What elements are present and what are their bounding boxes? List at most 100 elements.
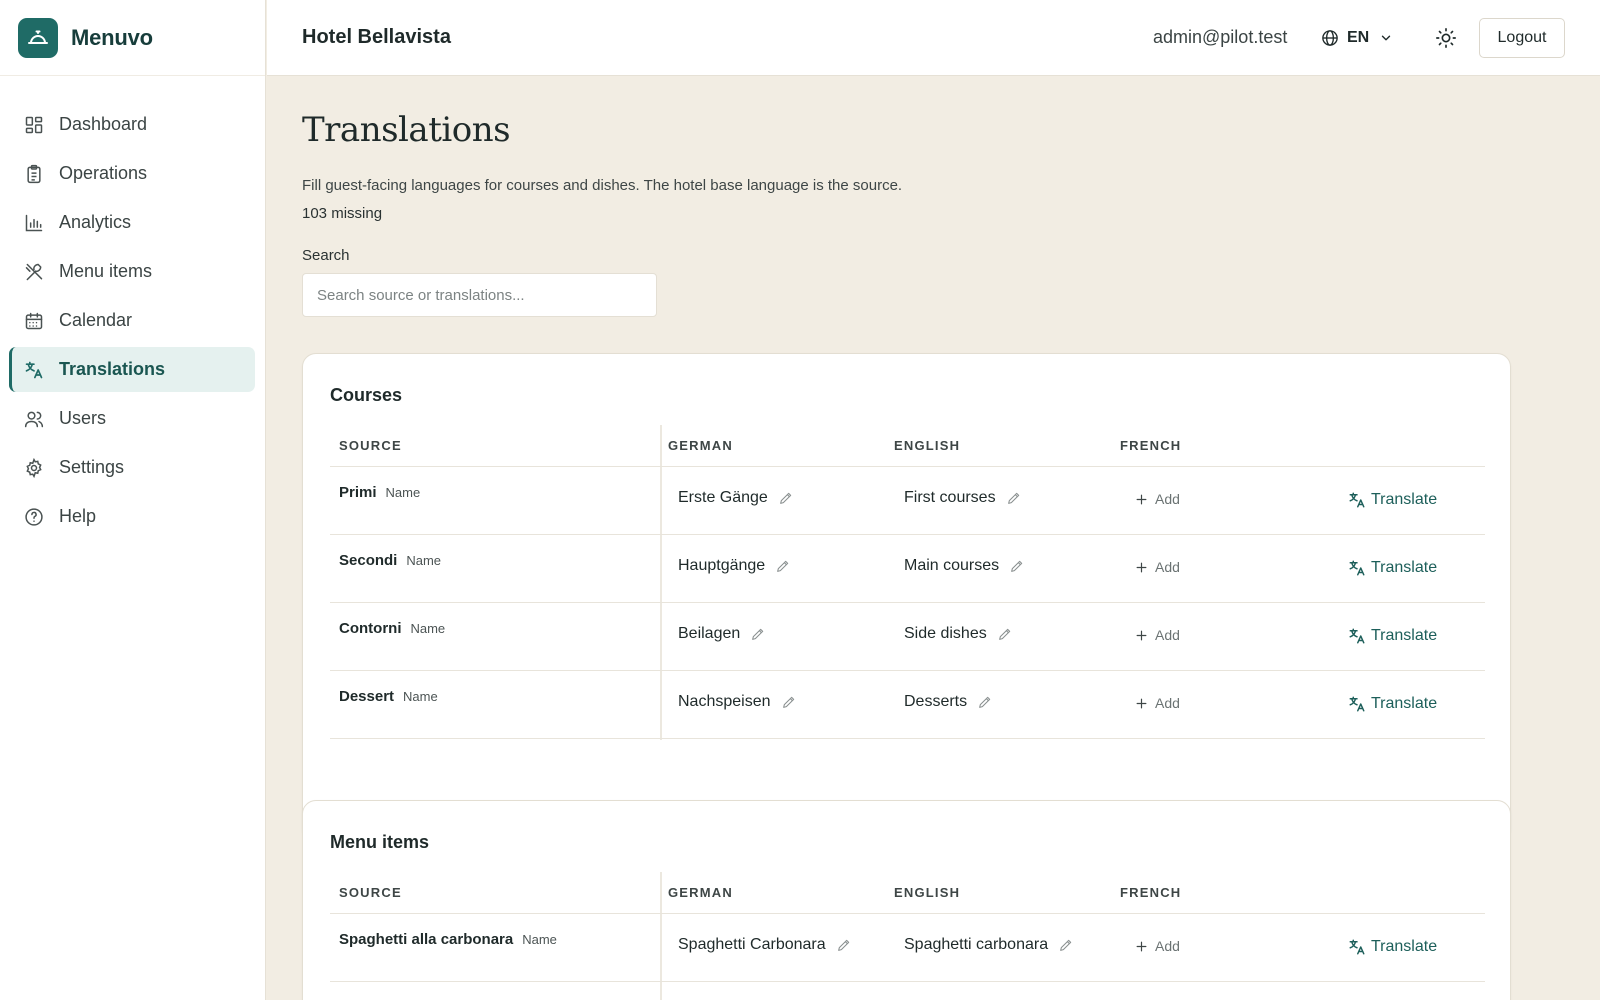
english-value: Main courses: [904, 557, 1000, 574]
theme-toggle-button[interactable]: [1434, 26, 1458, 50]
column-header-english: ENGLISH: [894, 885, 961, 900]
sidebar-item-label: Menu items: [59, 261, 153, 281]
add-label: Add: [1155, 491, 1180, 507]
add-french-button[interactable]: Add: [1135, 695, 1180, 711]
add-label: Add: [1155, 627, 1180, 643]
sidebar-item-menu-items[interactable]: Menu items: [9, 249, 255, 294]
courses-card: Courses SOURCE GERMAN ENGLISH FRENCH Pri…: [302, 353, 1511, 842]
column-header-source: SOURCE: [339, 438, 402, 453]
sidebar-item-label: Users: [59, 408, 107, 428]
add-label: Add: [1155, 559, 1180, 575]
table-row: Primi Name Erste Gänge First courses Add …: [330, 467, 1485, 535]
english-cell[interactable]: Spaghetti carbonara: [904, 936, 1074, 954]
sidebar-item-label: Translations: [59, 359, 166, 379]
translate-icon: [1348, 491, 1366, 509]
user-email: admin@pilot.test: [1153, 27, 1288, 47]
translate-icon: [23, 359, 45, 381]
users-icon: [23, 408, 45, 430]
main-content: Translations Fill guest-facing languages…: [267, 76, 1600, 1000]
translate-button[interactable]: Translate: [1348, 938, 1437, 956]
translate-label: Translate: [1371, 938, 1438, 955]
table-row: Spaghetti alla carbonara Name Spaghetti C…: [330, 914, 1485, 982]
source-type: Name: [403, 689, 438, 704]
sidebar-item-settings[interactable]: Settings: [9, 445, 255, 490]
source-type: Name: [410, 621, 446, 636]
utensils-icon: [23, 261, 45, 283]
globe-icon: [1321, 29, 1339, 47]
german-value: Erste Gänge: [678, 489, 768, 506]
search-label: Search: [302, 247, 350, 264]
sidebar-item-users[interactable]: Users: [9, 396, 255, 441]
translate-button[interactable]: Translate: [1348, 627, 1437, 645]
english-cell[interactable]: Side dishes: [904, 625, 1013, 643]
add-label: Add: [1155, 938, 1180, 954]
translate-label: Translate: [1371, 627, 1438, 644]
english-cell[interactable]: First courses: [904, 489, 1022, 507]
page-title: Translations: [302, 110, 511, 150]
sidebar-item-dashboard[interactable]: Dashboard: [9, 102, 255, 147]
logout-button[interactable]: Logout: [1479, 18, 1565, 58]
pencil-icon: [836, 937, 852, 953]
translate-icon: [1348, 938, 1366, 956]
table-row: Secondi Name Hauptgänge Main courses Add …: [330, 535, 1485, 603]
clipboard-icon: [23, 163, 45, 185]
translate-button[interactable]: Translate: [1348, 491, 1437, 509]
pencil-icon: [750, 626, 766, 642]
german-cell[interactable]: Beilagen: [678, 625, 766, 643]
german-cell[interactable]: Spaghetti Carbonara: [678, 936, 852, 954]
sidebar-item-operations[interactable]: Operations: [9, 151, 255, 196]
add-french-button[interactable]: Add: [1135, 938, 1180, 954]
german-cell[interactable]: Erste Gänge: [678, 489, 794, 507]
calendar-icon: [23, 310, 45, 332]
sidebar-item-analytics[interactable]: Analytics: [9, 200, 255, 245]
column-header-french: FRENCH: [1120, 438, 1182, 453]
translate-label: Translate: [1371, 559, 1438, 576]
german-value: Nachspeisen: [678, 693, 771, 710]
language-select[interactable]: EN: [1321, 26, 1393, 50]
plus-icon: [1135, 940, 1148, 953]
courses-title: Courses: [330, 385, 403, 405]
column-header-source: SOURCE: [339, 885, 402, 900]
english-cell[interactable]: Main courses: [904, 557, 1025, 575]
source-type: Name: [385, 485, 421, 500]
sidebar-item-label: Analytics: [59, 212, 132, 232]
pencil-icon: [781, 694, 797, 710]
pencil-icon: [1009, 558, 1025, 574]
sidebar-item-label: Dashboard: [59, 114, 148, 134]
sidebar-item-calendar[interactable]: Calendar: [9, 298, 255, 343]
add-french-button[interactable]: Add: [1135, 491, 1180, 507]
column-header-french: FRENCH: [1120, 885, 1182, 900]
language-code: EN: [1347, 29, 1370, 46]
source-name: Secondi: [339, 552, 398, 569]
translate-button[interactable]: Translate: [1348, 695, 1437, 713]
translate-button[interactable]: Translate: [1348, 559, 1437, 577]
search-input[interactable]: [302, 273, 657, 317]
add-french-button[interactable]: Add: [1135, 627, 1180, 643]
german-cell[interactable]: Nachspeisen: [678, 693, 797, 711]
german-value: Spaghetti Carbonara: [678, 936, 826, 953]
pencil-icon: [997, 626, 1013, 642]
translate-icon: [1348, 627, 1366, 645]
add-french-button[interactable]: Add: [1135, 559, 1180, 575]
plus-icon: [1135, 493, 1148, 506]
sidebar: Menuvo Dashboard Operations Analytics Me…: [0, 0, 266, 1000]
table-row: [330, 982, 1485, 1000]
german-value: Beilagen: [678, 625, 741, 642]
sidebar-item-help[interactable]: Help: [9, 494, 255, 539]
pencil-icon: [778, 490, 794, 506]
translate-label: Translate: [1371, 695, 1438, 712]
sidebar-item-label: Settings: [59, 457, 125, 477]
sidebar-item-label: Help: [59, 506, 97, 526]
source-type: Name: [406, 553, 442, 568]
missing-count: 103 missing: [302, 205, 383, 222]
menu-items-card: Menu items SOURCE GERMAN ENGLISH FRENCH …: [302, 800, 1511, 1000]
german-cell[interactable]: Hauptgänge: [678, 557, 791, 575]
english-cell[interactable]: Desserts: [904, 693, 993, 711]
english-value: Spaghetti carbonara: [904, 936, 1049, 953]
sidebar-item-translations[interactable]: Translations: [9, 347, 255, 392]
pencil-icon: [1058, 937, 1074, 953]
translate-label: Translate: [1371, 491, 1438, 508]
plus-icon: [1135, 561, 1148, 574]
translate-icon: [1348, 695, 1366, 713]
brand[interactable]: Menuvo: [0, 0, 265, 76]
